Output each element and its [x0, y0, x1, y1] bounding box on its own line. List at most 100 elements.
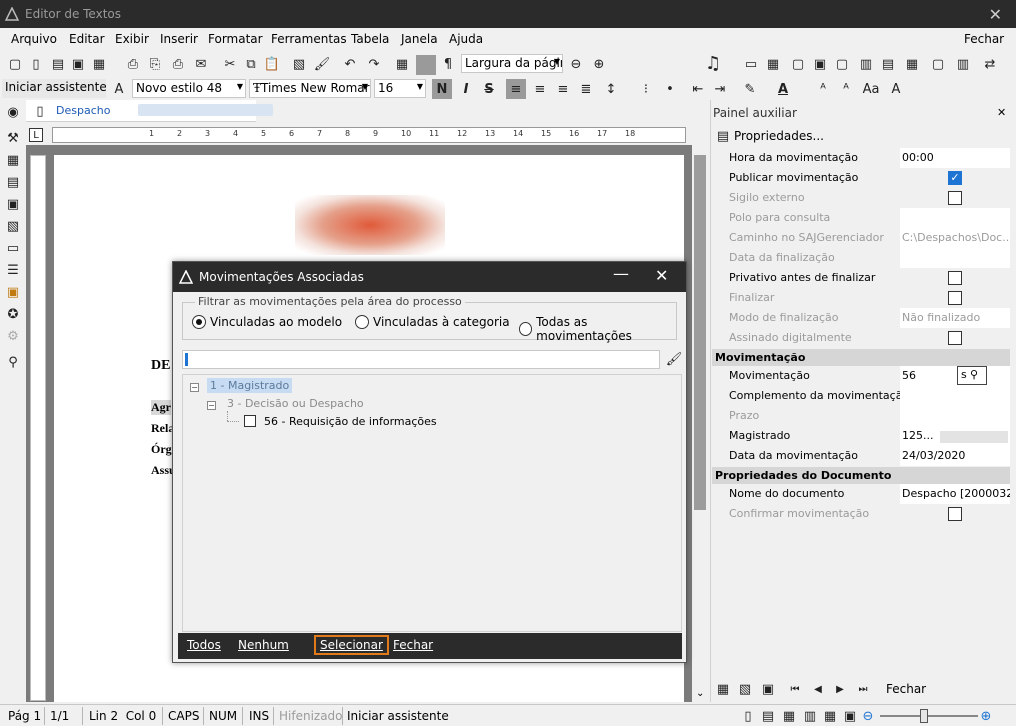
- window-close-button[interactable]: ✕: [989, 5, 1002, 24]
- movements-tree[interactable]: − 1 - Magistrado − 3 - Decisão ou Despac…: [182, 374, 682, 632]
- filter-input[interactable]: [182, 350, 660, 369]
- insert-field-icon[interactable]: ▭: [743, 56, 759, 72]
- style-select[interactable]: Novo estilo 48 ▼: [132, 79, 246, 98]
- radio-all[interactable]: Todas as movimentações: [519, 315, 676, 343]
- view-full-icon[interactable]: ▣: [842, 708, 858, 724]
- property-value[interactable]: [900, 208, 1010, 228]
- previous-icon[interactable]: ◀: [810, 681, 826, 697]
- tab-stop-icon[interactable]: L: [29, 128, 43, 142]
- split-icon[interactable]: ▥: [955, 56, 971, 72]
- radio-category[interactable]: Vinculadas à categoria: [355, 315, 510, 329]
- save-icon[interactable]: ▣: [70, 56, 86, 72]
- properties-dropdown[interactable]: ▤ Propriedades...: [713, 126, 833, 146]
- tree-node-root[interactable]: 1 - Magistrado: [207, 378, 293, 393]
- mail-icon[interactable]: ✉: [193, 56, 209, 72]
- tree-node-child[interactable]: 3 - Decisão ou Despacho: [227, 397, 364, 410]
- view-multi-icon[interactable]: ▦: [822, 708, 838, 724]
- assistant-button[interactable]: Iniciar assistente: [2, 79, 106, 98]
- comment-icon[interactable]: ▭: [5, 240, 21, 256]
- tool-1-icon[interactable]: ⚒: [5, 130, 21, 146]
- box-icon[interactable]: ▢: [834, 56, 850, 72]
- select-all-button[interactable]: Todos: [187, 638, 221, 652]
- menu-fechar[interactable]: Fechar: [964, 32, 1004, 46]
- collapse-icon[interactable]: −: [190, 383, 199, 392]
- menu-tabela[interactable]: Tabela: [351, 32, 389, 46]
- property-value[interactable]: 00:00: [900, 148, 1010, 168]
- undo-icon[interactable]: ↶: [342, 56, 358, 72]
- table-icon[interactable]: ▦: [394, 56, 410, 72]
- superscript-icon[interactable]: ᴬ: [838, 81, 854, 97]
- property-value[interactable]: Despacho [2000032...: [900, 484, 1010, 504]
- menu-inserir[interactable]: Inserir: [160, 32, 198, 46]
- property-checkbox[interactable]: [948, 291, 962, 305]
- tree-node-leaf[interactable]: 56 - Requisição de informações: [264, 415, 437, 428]
- view-web-icon[interactable]: ▤: [760, 708, 776, 724]
- zoom-select[interactable]: Largura da págin ▼: [461, 54, 563, 73]
- collapse-icon[interactable]: −: [207, 401, 216, 410]
- panel-tool-1-icon[interactable]: ▦: [715, 681, 731, 697]
- radio-model[interactable]: Vinculadas ao modelo: [192, 315, 342, 329]
- tree-leaf-checkbox[interactable]: [244, 415, 256, 427]
- columns-icon[interactable]: ▥: [858, 56, 874, 72]
- more-tools-icon[interactable]: ⇄: [982, 56, 998, 72]
- line-spacing-icon[interactable]: ↕: [603, 81, 619, 97]
- copy-icon[interactable]: ⧉: [243, 56, 259, 72]
- italic-button[interactable]: I: [458, 81, 474, 97]
- view-page-icon[interactable]: ▯: [740, 708, 756, 724]
- outdent-icon[interactable]: ⇤: [690, 81, 706, 97]
- menu-editar[interactable]: Editar: [69, 32, 105, 46]
- select-button[interactable]: Selecionar: [314, 635, 389, 655]
- panel-close-text-button[interactable]: Fechar: [886, 682, 926, 696]
- property-value[interactable]: [900, 248, 1010, 268]
- numbering-icon[interactable]: ⁝: [638, 81, 654, 97]
- indent-icon[interactable]: ⇥: [712, 81, 728, 97]
- dialog-close-icon[interactable]: ✕: [655, 266, 668, 285]
- property-value[interactable]: [900, 386, 1010, 406]
- pin-icon[interactable]: ⚲: [5, 354, 21, 370]
- paste-icon[interactable]: 📋: [264, 56, 280, 72]
- property-value[interactable]: 24/03/2020: [900, 446, 1010, 466]
- bold-button[interactable]: N: [432, 79, 452, 99]
- layout-icon[interactable]: ▦: [904, 56, 920, 72]
- view-outline-icon[interactable]: ▦: [781, 708, 797, 724]
- grid-toggle-icon[interactable]: [416, 55, 436, 75]
- list-icon[interactable]: ☰: [5, 262, 21, 278]
- menu-janela[interactable]: Janela: [401, 32, 438, 46]
- format-painter-icon[interactable]: 🖌: [314, 56, 331, 72]
- minimize-icon[interactable]: —: [613, 264, 629, 283]
- property-checkbox[interactable]: [948, 507, 962, 521]
- font-color-icon[interactable]: A: [775, 81, 791, 97]
- cut-icon[interactable]: ✂: [222, 56, 238, 72]
- font-size-select[interactable]: 16 ▼: [374, 79, 426, 98]
- frame-icon[interactable]: ▣: [812, 56, 828, 72]
- select-none-button[interactable]: Nenhum: [238, 638, 289, 652]
- tool-5-icon[interactable]: ▧: [5, 218, 21, 234]
- property-checkbox[interactable]: [948, 191, 962, 205]
- tool-2-icon[interactable]: ▦: [5, 152, 21, 168]
- zoom-in-icon[interactable]: ⊕: [591, 56, 607, 72]
- print-icon[interactable]: ⎙: [125, 56, 141, 72]
- print-preview-icon[interactable]: ⎘: [147, 56, 163, 72]
- property-checkbox[interactable]: [948, 331, 962, 345]
- globe-icon[interactable]: ◉: [5, 104, 21, 120]
- zoom-slider[interactable]: [880, 715, 978, 717]
- tool-3-icon[interactable]: ▤: [5, 174, 21, 190]
- clear-format-icon[interactable]: A: [888, 81, 904, 97]
- justify-icon[interactable]: ≣: [578, 81, 594, 97]
- award-icon[interactable]: ✪: [5, 306, 21, 322]
- movement-search-button[interactable]: s ⚲: [957, 366, 987, 385]
- align-right-icon[interactable]: ≡: [555, 81, 571, 97]
- new-file-icon[interactable]: ▢: [7, 56, 23, 72]
- save-all-icon[interactable]: ▦: [91, 56, 107, 72]
- menu-exibir[interactable]: Exibir: [115, 32, 149, 46]
- view-double-icon[interactable]: ▥: [802, 708, 818, 724]
- badge-icon[interactable]: ▣: [5, 284, 21, 300]
- sections-icon[interactable]: ▤: [880, 56, 896, 72]
- insert-table-icon[interactable]: ▦: [765, 56, 781, 72]
- menu-formatar[interactable]: Formatar: [208, 32, 263, 46]
- pilcrow-icon[interactable]: ¶: [440, 56, 456, 72]
- property-checkbox[interactable]: [948, 271, 962, 285]
- open-icon[interactable]: ▤: [50, 56, 66, 72]
- last-icon[interactable]: ⏭: [855, 681, 871, 697]
- clear-filter-icon[interactable]: 🖌: [666, 351, 683, 367]
